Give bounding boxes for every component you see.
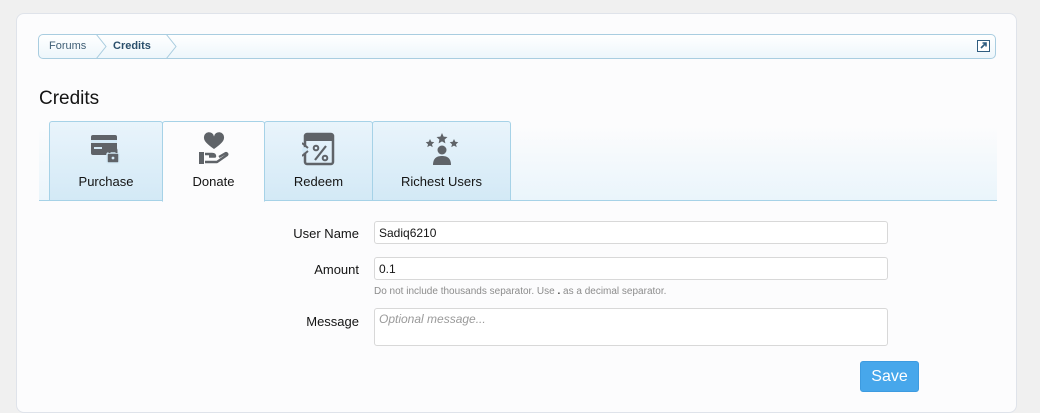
amount-hint-symbol: . <box>557 286 561 297</box>
breadcrumb-credits[interactable]: Credits <box>113 35 151 58</box>
tab-richest-users[interactable]: Richest Users <box>372 121 511 200</box>
save-button[interactable]: Save <box>860 361 919 392</box>
breadcrumb-forums[interactable]: Forums <box>49 35 86 58</box>
tab-label: Purchase <box>78 174 134 189</box>
tab-label: Redeem <box>293 174 344 189</box>
breadcrumb: Forums Credits <box>38 34 996 59</box>
heart-hand-icon <box>198 132 229 164</box>
page-title: Credits <box>39 88 100 109</box>
tab-label: Donate <box>192 174 235 189</box>
tab-redeem[interactable]: Redeem <box>264 121 373 200</box>
user-stars-icon <box>425 133 458 165</box>
tab-label: Richest Users <box>401 174 482 189</box>
message-label: Message <box>306 314 359 329</box>
tab-donate[interactable]: Donate <box>162 121 265 202</box>
breadcrumb-separator-icon <box>95 34 107 59</box>
tab-purchase[interactable]: Purchase <box>49 121 163 200</box>
credit-card-lock-icon <box>91 135 120 164</box>
message-textarea[interactable] <box>374 308 888 346</box>
popout-icon[interactable] <box>977 40 990 52</box>
username-label: User Name <box>293 226 359 241</box>
amount-label: Amount <box>314 262 359 277</box>
main-panel <box>16 13 1017 413</box>
amount-hint-pre: Do not include thousands separator. Use <box>374 286 555 297</box>
amount-hint: Do not include thousands separator. Use … <box>374 286 666 297</box>
breadcrumb-separator-icon <box>165 34 177 59</box>
username-input[interactable] <box>374 221 888 244</box>
amount-input[interactable] <box>374 257 888 280</box>
amount-hint-post: as a decimal separator. <box>563 286 667 297</box>
coupon-percent-icon <box>301 132 334 166</box>
